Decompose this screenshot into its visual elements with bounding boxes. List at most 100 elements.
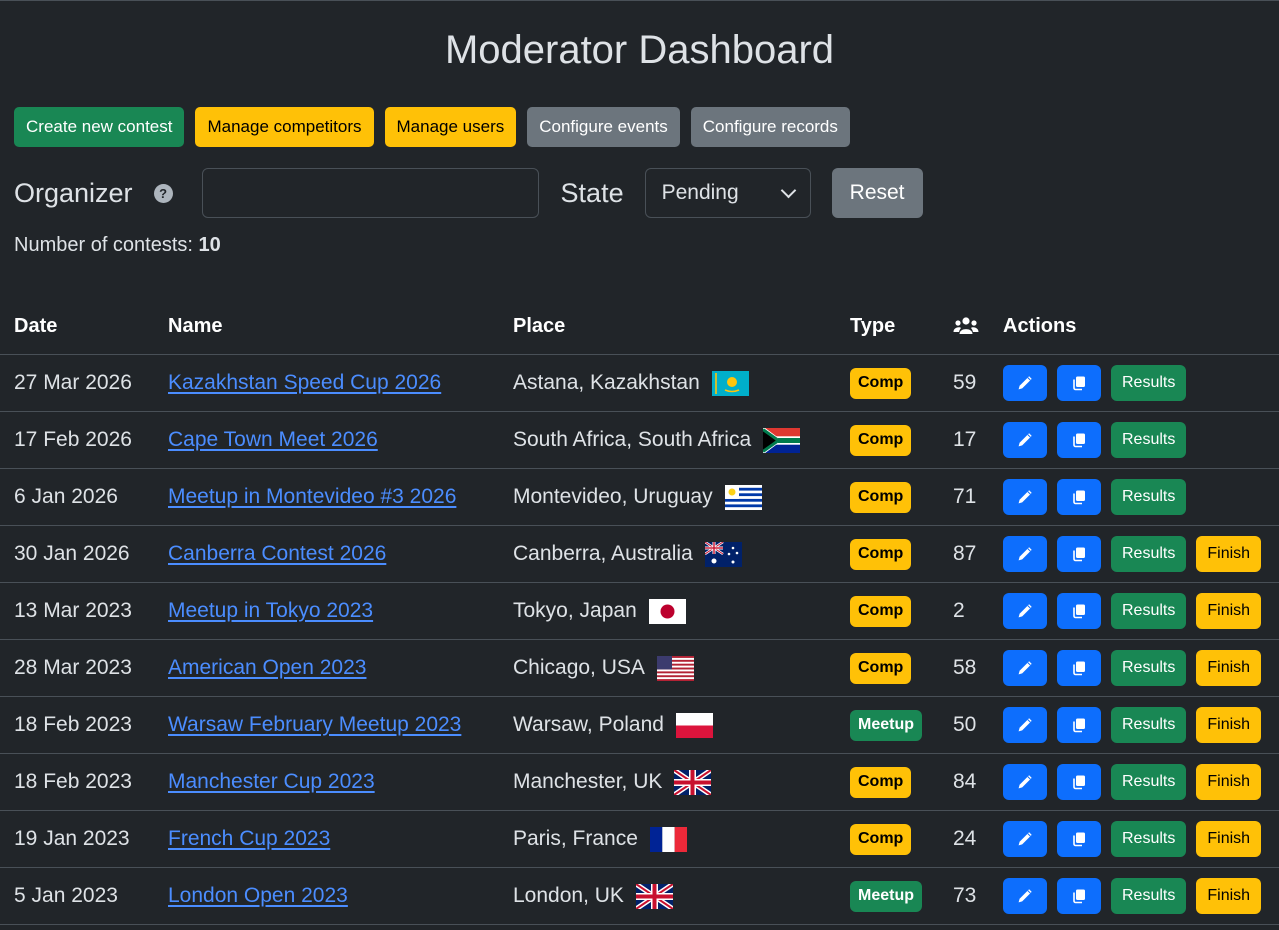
cell-type: Meetup (850, 696, 953, 754)
results-button[interactable]: Results (1111, 422, 1187, 458)
cell-competitors: 58 (953, 639, 1003, 697)
clone-button[interactable] (1057, 878, 1101, 914)
cell-type: Comp (850, 810, 953, 868)
finish-button[interactable]: Finish (1196, 536, 1262, 572)
cell-date: 19 Jan 2023 (0, 810, 168, 868)
contest-link[interactable]: American Open 2023 (168, 656, 366, 679)
state-select[interactable]: Pending (644, 168, 811, 218)
cell-name: Manchester Cup 2023 (168, 753, 513, 811)
edit-button[interactable] (1003, 422, 1047, 458)
clone-button[interactable] (1057, 479, 1101, 515)
finish-button[interactable]: Finish (1196, 650, 1262, 686)
copy-icon (1071, 774, 1087, 790)
cell-date: 27 Mar 2026 (0, 354, 168, 412)
type-badge: Meetup (850, 880, 922, 912)
edit-button[interactable] (1003, 365, 1047, 401)
finish-button[interactable]: Finish (1196, 821, 1262, 857)
header-type[interactable]: Type (850, 298, 953, 355)
cell-actions: Results Finish (1003, 810, 1279, 868)
cell-name: Meetup in Tokyo 2023 (168, 582, 513, 640)
results-button[interactable]: Results (1111, 707, 1187, 743)
edit-button[interactable] (1003, 764, 1047, 800)
people-icon (953, 317, 979, 335)
pencil-icon (1017, 660, 1033, 676)
contest-link[interactable]: Cape Town Meet 2026 (168, 428, 378, 451)
cell-competitors: 2 (953, 582, 1003, 640)
finish-button[interactable]: Finish (1196, 593, 1262, 629)
results-button[interactable]: Results (1111, 479, 1187, 515)
results-button[interactable]: Results (1111, 878, 1187, 914)
cell-name: Canberra Contest 2026 (168, 525, 513, 583)
clone-button[interactable] (1057, 650, 1101, 686)
reset-button[interactable]: Reset (831, 168, 923, 218)
finish-button[interactable]: Finish (1196, 707, 1262, 743)
cell-name: Cape Town Meet 2026 (168, 411, 513, 469)
cell-competitors: 87 (953, 525, 1003, 583)
edit-button[interactable] (1003, 878, 1047, 914)
contest-link[interactable]: Warsaw February Meetup 2023 (168, 713, 461, 736)
state-label: State (560, 177, 624, 208)
place-text: Chicago, USA (513, 656, 645, 679)
edit-button[interactable] (1003, 593, 1047, 629)
results-button[interactable]: Results (1111, 536, 1187, 572)
edit-button[interactable] (1003, 479, 1047, 515)
clone-button[interactable] (1057, 707, 1101, 743)
contest-link[interactable]: Meetup in Montevideo #3 2026 (168, 485, 456, 508)
contest-link[interactable]: French Cup 2023 (168, 827, 330, 850)
configure-events-button[interactable]: Configure events (527, 107, 680, 147)
header-date[interactable]: Date (0, 298, 168, 355)
cell-actions: Results Finish (1003, 582, 1279, 640)
clone-button[interactable] (1057, 536, 1101, 572)
contest-link[interactable]: Canberra Contest 2026 (168, 542, 386, 565)
edit-button[interactable] (1003, 650, 1047, 686)
type-badge: Comp (850, 367, 912, 399)
copy-icon (1071, 546, 1087, 562)
clone-button[interactable] (1057, 422, 1101, 458)
copy-icon (1071, 432, 1087, 448)
clone-button[interactable] (1057, 821, 1101, 857)
manage-competitors-button[interactable]: Manage competitors (195, 107, 374, 147)
cell-place: Montevideo, Uruguay (513, 468, 850, 526)
header-name[interactable]: Name (168, 298, 513, 355)
results-button[interactable]: Results (1111, 593, 1187, 629)
results-button[interactable]: Results (1111, 650, 1187, 686)
table-body: 27 Mar 2026 Kazakhstan Speed Cup 2026 Asta… (0, 354, 1279, 925)
clone-button[interactable] (1057, 593, 1101, 629)
header-competitors[interactable] (953, 298, 1003, 355)
results-button[interactable]: Results (1111, 365, 1187, 401)
contest-count-label: Number of contests: (14, 234, 193, 256)
type-badge: Comp (850, 652, 912, 684)
cell-place: Warsaw, Poland (513, 696, 850, 754)
place-text: Warsaw, Poland (513, 713, 664, 736)
clone-button[interactable] (1057, 365, 1101, 401)
header-place[interactable]: Place (513, 298, 850, 355)
clone-button[interactable] (1057, 764, 1101, 800)
organizer-input[interactable] (201, 168, 539, 218)
results-button[interactable]: Results (1111, 764, 1187, 800)
edit-button[interactable] (1003, 536, 1047, 572)
type-badge: Comp (850, 424, 912, 456)
table-row: 27 Mar 2026 Kazakhstan Speed Cup 2026 Asta… (0, 354, 1279, 412)
cell-place: Chicago, USA (513, 639, 850, 697)
configure-records-button[interactable]: Configure records (690, 107, 850, 147)
edit-button[interactable] (1003, 707, 1047, 743)
copy-icon (1071, 831, 1087, 847)
help-icon[interactable]: ? (153, 183, 173, 203)
gb-flag-icon (674, 769, 712, 795)
contest-link[interactable]: London Open 2023 (168, 884, 348, 907)
results-button[interactable]: Results (1111, 821, 1187, 857)
contest-link[interactable]: Kazakhstan Speed Cup 2026 (168, 371, 441, 394)
cell-name: London Open 2023 (168, 867, 513, 925)
contest-link[interactable]: Manchester Cup 2023 (168, 770, 375, 793)
place-text: Manchester, UK (513, 770, 663, 793)
cell-place: Manchester, UK (513, 753, 850, 811)
cell-actions: Results (1003, 411, 1279, 469)
contest-link[interactable]: Meetup in Tokyo 2023 (168, 599, 373, 622)
edit-button[interactable] (1003, 821, 1047, 857)
table-row: 19 Jan 2023 French Cup 2023 Paris, France C… (0, 810, 1279, 868)
create-contest-button[interactable]: Create new contest (14, 107, 185, 147)
manage-users-button[interactable]: Manage users (384, 107, 517, 147)
page-title: Moderator Dashboard (444, 28, 835, 72)
finish-button[interactable]: Finish (1196, 878, 1262, 914)
finish-button[interactable]: Finish (1196, 764, 1262, 800)
